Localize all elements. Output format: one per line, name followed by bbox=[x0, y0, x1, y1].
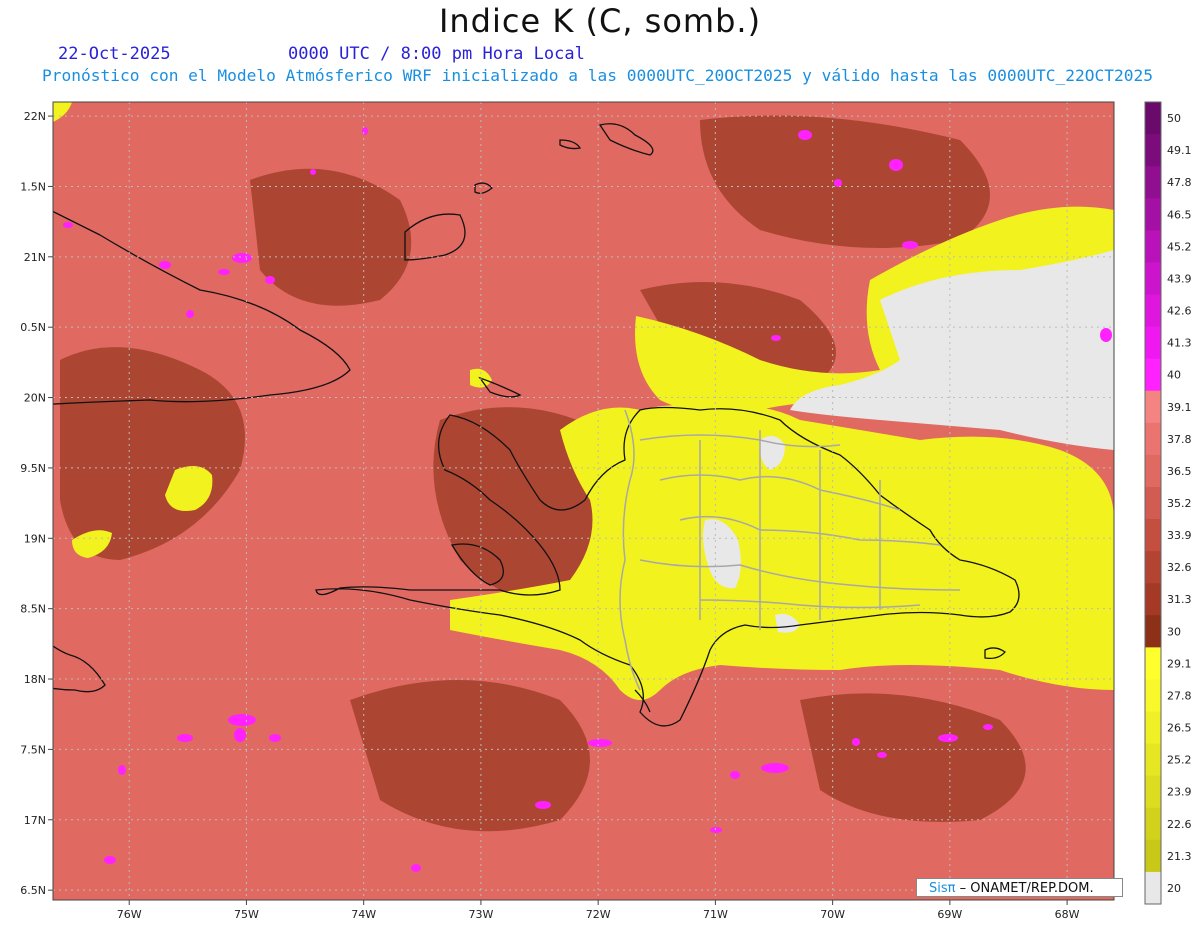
legend-label: 32.6 bbox=[1167, 561, 1192, 574]
forecast-map: 22N 1.5N 21N 0.5N 20N 9.5N 19N 8.5N 18N 7.5N 17N 6.… bbox=[20, 101, 1192, 921]
lat-label: 17N bbox=[24, 814, 46, 827]
legend-label: 20 bbox=[1167, 882, 1181, 895]
legend-label: 39.1 bbox=[1167, 401, 1192, 414]
legend-label: 29.1 bbox=[1167, 657, 1192, 670]
lon-label: 74W bbox=[351, 908, 376, 921]
legend-swatch bbox=[1145, 679, 1161, 713]
legend-swatch bbox=[1145, 743, 1161, 777]
legend-swatch bbox=[1145, 326, 1161, 360]
legend-label: 49.1 bbox=[1167, 144, 1192, 157]
field-layer bbox=[53, 102, 1114, 900]
longitude-labels: 76W 75W 74W 73W 72W 71W 70W 69W 68W bbox=[117, 900, 1080, 921]
legend-swatch bbox=[1145, 711, 1161, 745]
brand-logo: Sisπ bbox=[929, 881, 956, 896]
legend-label: 40 bbox=[1167, 369, 1181, 382]
legend-swatch bbox=[1145, 166, 1161, 199]
legend-label: 27.8 bbox=[1167, 689, 1192, 702]
lon-label: 75W bbox=[234, 908, 259, 921]
credit-badge: Sisπ – ONAMET/REP.DOM. bbox=[916, 878, 1123, 897]
credit-text: – ONAMET/REP.DOM. bbox=[955, 881, 1094, 896]
color-legend: 50 49.1 47.8 46.5 45.2 43.9 42.6 41.3 40 39.1 37.8… bbox=[1144, 101, 1192, 905]
legend-label: 33.9 bbox=[1167, 529, 1192, 542]
legend-swatch bbox=[1145, 615, 1161, 648]
legend-label: 46.5 bbox=[1167, 208, 1192, 221]
legend-swatch bbox=[1145, 390, 1161, 424]
lon-label: 72W bbox=[586, 908, 611, 921]
legend-swatch bbox=[1145, 807, 1161, 841]
legend-label: 37.8 bbox=[1167, 433, 1192, 446]
lat-label: 9.5N bbox=[20, 462, 46, 475]
lon-label: 69W bbox=[937, 908, 962, 921]
legend-swatch bbox=[1145, 583, 1161, 616]
legend-label: 41.3 bbox=[1167, 337, 1192, 350]
legend-swatch bbox=[1145, 262, 1161, 295]
legend-swatch bbox=[1145, 647, 1161, 680]
lon-label: 73W bbox=[468, 908, 493, 921]
legend-swatch bbox=[1145, 839, 1161, 873]
lon-label: 70W bbox=[820, 908, 845, 921]
lat-label: 18N bbox=[24, 673, 46, 686]
legend-swatch bbox=[1145, 486, 1161, 520]
lat-label: 0.5N bbox=[20, 321, 46, 334]
legend-swatch bbox=[1145, 422, 1161, 456]
lon-label: 68W bbox=[1055, 908, 1080, 921]
legend-swatch bbox=[1145, 134, 1161, 167]
legend-label: 42.6 bbox=[1167, 305, 1192, 318]
lat-label: 21N bbox=[24, 251, 46, 264]
legend-swatch bbox=[1145, 198, 1161, 231]
legend-label: 25.2 bbox=[1167, 754, 1192, 767]
lat-label: 6.5N bbox=[20, 884, 46, 897]
lon-label: 76W bbox=[117, 908, 142, 921]
legend-label: 45.2 bbox=[1167, 240, 1192, 253]
legend-label: 26.5 bbox=[1167, 722, 1192, 735]
latitude-labels: 22N 1.5N 21N 0.5N 20N 9.5N 19N 8.5N 18N 7.5N 17N 6.… bbox=[20, 110, 53, 897]
lat-label: 19N bbox=[24, 532, 46, 545]
legend-label: 31.3 bbox=[1167, 593, 1192, 606]
lat-label: 1.5N bbox=[20, 180, 46, 193]
lat-label: 7.5N bbox=[20, 743, 46, 756]
legend-swatch bbox=[1145, 230, 1161, 263]
lat-label: 8.5N bbox=[20, 603, 46, 616]
legend-label: 30 bbox=[1167, 625, 1181, 638]
legend-swatch bbox=[1145, 551, 1161, 584]
legend-label: 50 bbox=[1167, 112, 1181, 125]
legend-label: 21.3 bbox=[1167, 850, 1192, 863]
legend-label: 22.6 bbox=[1167, 818, 1192, 831]
legend-label: 23.9 bbox=[1167, 786, 1192, 799]
legend-label: 47.8 bbox=[1167, 176, 1192, 189]
legend-swatch bbox=[1145, 775, 1161, 809]
legend-swatch bbox=[1145, 871, 1161, 905]
lat-label: 20N bbox=[24, 392, 46, 405]
legend-swatch bbox=[1145, 102, 1161, 135]
legend-swatch bbox=[1145, 454, 1161, 488]
lon-label: 71W bbox=[703, 908, 728, 921]
legend-label: 36.5 bbox=[1167, 465, 1192, 478]
legend-swatch bbox=[1145, 519, 1161, 552]
lat-label: 22N bbox=[24, 110, 46, 123]
legend-label: 35.2 bbox=[1167, 497, 1192, 510]
legend-label: 43.9 bbox=[1167, 272, 1192, 285]
legend-swatch bbox=[1145, 358, 1161, 392]
legend-swatch bbox=[1145, 294, 1161, 328]
